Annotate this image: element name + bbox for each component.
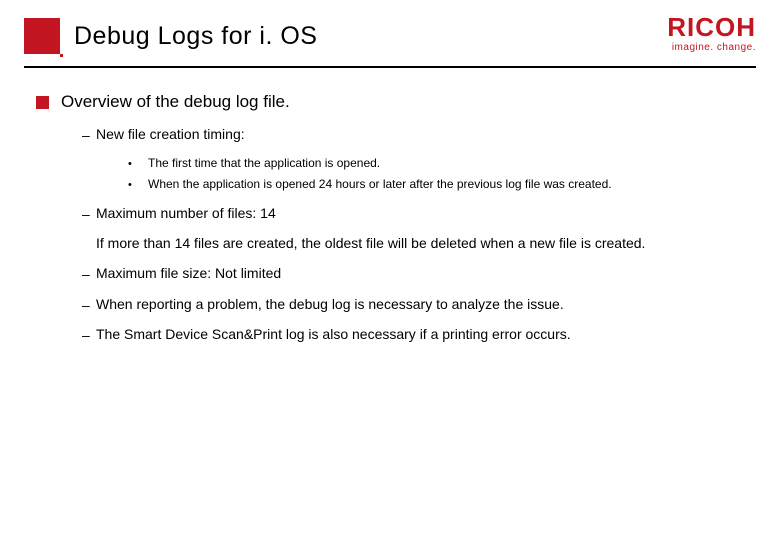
bullet-lvl2: – When reporting a problem, the debug lo… <box>36 296 744 314</box>
square-bullet-icon <box>36 96 49 109</box>
slide-title: Debug Logs for i. OS <box>74 22 317 51</box>
dash-bullet-icon: – <box>82 326 96 344</box>
title-square-icon <box>24 18 60 54</box>
bullet-lvl2: – New file creation timing: <box>36 126 744 144</box>
lvl3-text: The first time that the application is o… <box>148 156 380 170</box>
lvl2-text: The Smart Device Scan&Print log is also … <box>96 326 571 342</box>
lvl3-text: When the application is opened 24 hours … <box>148 177 612 191</box>
header: Debug Logs for i. OS RICOH imagine. chan… <box>24 0 756 68</box>
dot-bullet-icon: • <box>128 156 148 173</box>
lvl2-text: When reporting a problem, the debug log … <box>96 296 564 312</box>
note-line: If more than 14 files are created, the o… <box>36 235 744 251</box>
bullet-lvl3: • The first time that the application is… <box>36 156 744 173</box>
content: Overview of the debug log file. – New fi… <box>0 68 780 344</box>
lvl2-text: New file creation timing: <box>96 126 245 142</box>
bullet-lvl2: – Maximum file size: Not limited <box>36 265 744 283</box>
dash-bullet-icon: – <box>82 265 96 283</box>
title-block: Debug Logs for i. OS <box>24 18 317 54</box>
dash-bullet-icon: – <box>82 205 96 223</box>
dot-bullet-icon: • <box>128 177 148 194</box>
bullet-lvl1: Overview of the debug log file. <box>36 92 744 112</box>
logo-text: RICOH <box>667 14 756 40</box>
bullet-lvl3: • When the application is opened 24 hour… <box>36 177 744 194</box>
note-text: If more than 14 files are created, the o… <box>96 235 744 251</box>
logo-tagline: imagine. change. <box>667 42 756 53</box>
bullet-lvl2: – The Smart Device Scan&Print log is als… <box>36 326 744 344</box>
lvl2-text: Maximum file size: Not limited <box>96 265 281 281</box>
ricoh-logo: RICOH imagine. change. <box>667 14 756 53</box>
bullet-lvl2: – Maximum number of files: 14 <box>36 205 744 223</box>
dash-bullet-icon: – <box>82 126 96 144</box>
dash-bullet-icon: – <box>82 296 96 314</box>
slide: Debug Logs for i. OS RICOH imagine. chan… <box>0 0 780 540</box>
lvl1-text: Overview of the debug log file. <box>61 92 290 112</box>
lvl2-text: Maximum number of files: 14 <box>96 205 276 221</box>
